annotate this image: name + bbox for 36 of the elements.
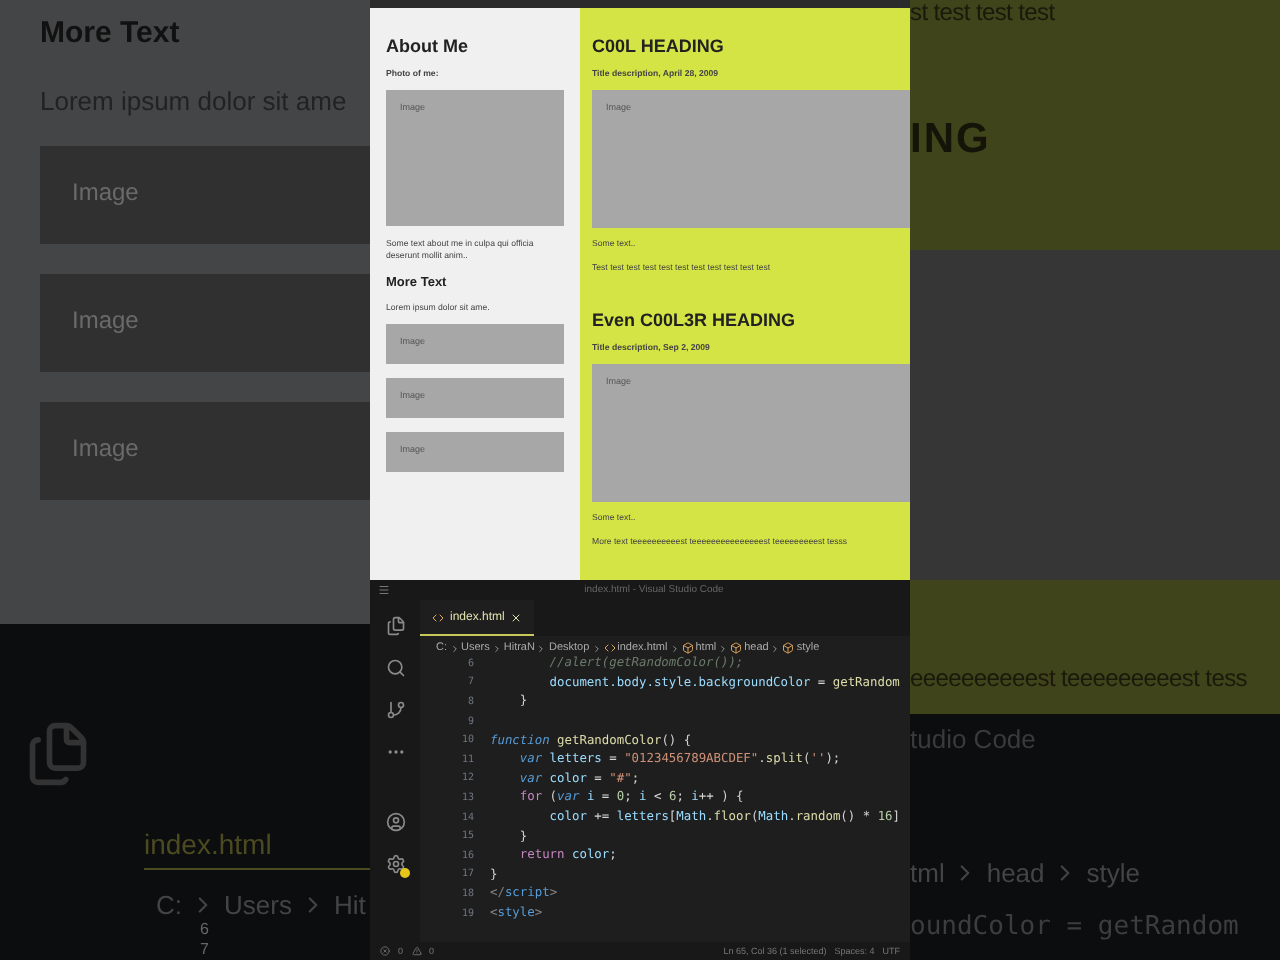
breadcrumb-item: Users: [224, 890, 292, 920]
chevron-icon: [770, 643, 781, 653]
branch-icon[interactable]: [385, 700, 405, 720]
search-icon[interactable]: [385, 658, 405, 678]
chevron-icon: [718, 643, 729, 653]
breadcrumb-item: C:: [156, 890, 182, 920]
image-label: Image: [72, 434, 139, 462]
image-label: Image: [72, 178, 139, 206]
menu-icon[interactable]: [378, 584, 390, 596]
chevron-icon: [591, 643, 602, 653]
chevron-icon: [669, 643, 680, 653]
chevron-icon: [449, 643, 459, 653]
close-icon[interactable]: [510, 611, 523, 623]
files-icon[interactable]: [385, 616, 405, 636]
breadcrumb-item: head: [986, 858, 1045, 888]
file-code-icon: [432, 611, 444, 623]
cube-icon: [730, 642, 743, 654]
line-number: 6: [200, 920, 211, 940]
chevron-icon: [536, 643, 547, 653]
breadcrumb-item: tml: [910, 858, 945, 888]
files-icon: [24, 720, 92, 788]
settings-icon[interactable]: [385, 854, 405, 874]
file-code-icon: [603, 642, 616, 654]
error-icon: [380, 946, 390, 956]
warning-icon: [411, 946, 422, 956]
image-label: Image: [72, 306, 139, 334]
cube-icon: [782, 642, 795, 654]
breadcrumb-item: Hit: [333, 890, 366, 920]
account-icon[interactable]: [385, 812, 405, 832]
breadcrumb-item: style: [1086, 858, 1140, 888]
sidebar-title: About Me: [386, 36, 470, 56]
post-heading: C00L HEADING: [592, 36, 726, 56]
post-heading: Even C00L3R HEADING: [592, 310, 798, 331]
chevron-icon: [491, 643, 502, 653]
cube-icon: [681, 642, 694, 654]
line-number: 7: [200, 940, 211, 960]
